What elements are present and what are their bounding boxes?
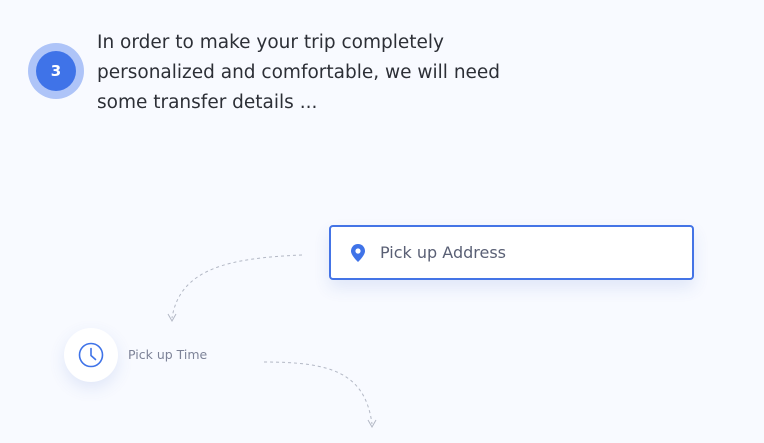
dashed-connector-arrows bbox=[167, 254, 377, 429]
pickup-address-field[interactable] bbox=[329, 225, 694, 280]
connector-time-to-next bbox=[263, 361, 373, 425]
pickup-address-input[interactable] bbox=[380, 243, 660, 262]
connector-address-to-time bbox=[171, 254, 303, 319]
clock-icon bbox=[77, 341, 105, 369]
pickup-time-button[interactable] bbox=[64, 328, 118, 382]
pickup-time-label: Pick up Time bbox=[128, 347, 208, 362]
map-pin-icon bbox=[350, 243, 366, 263]
